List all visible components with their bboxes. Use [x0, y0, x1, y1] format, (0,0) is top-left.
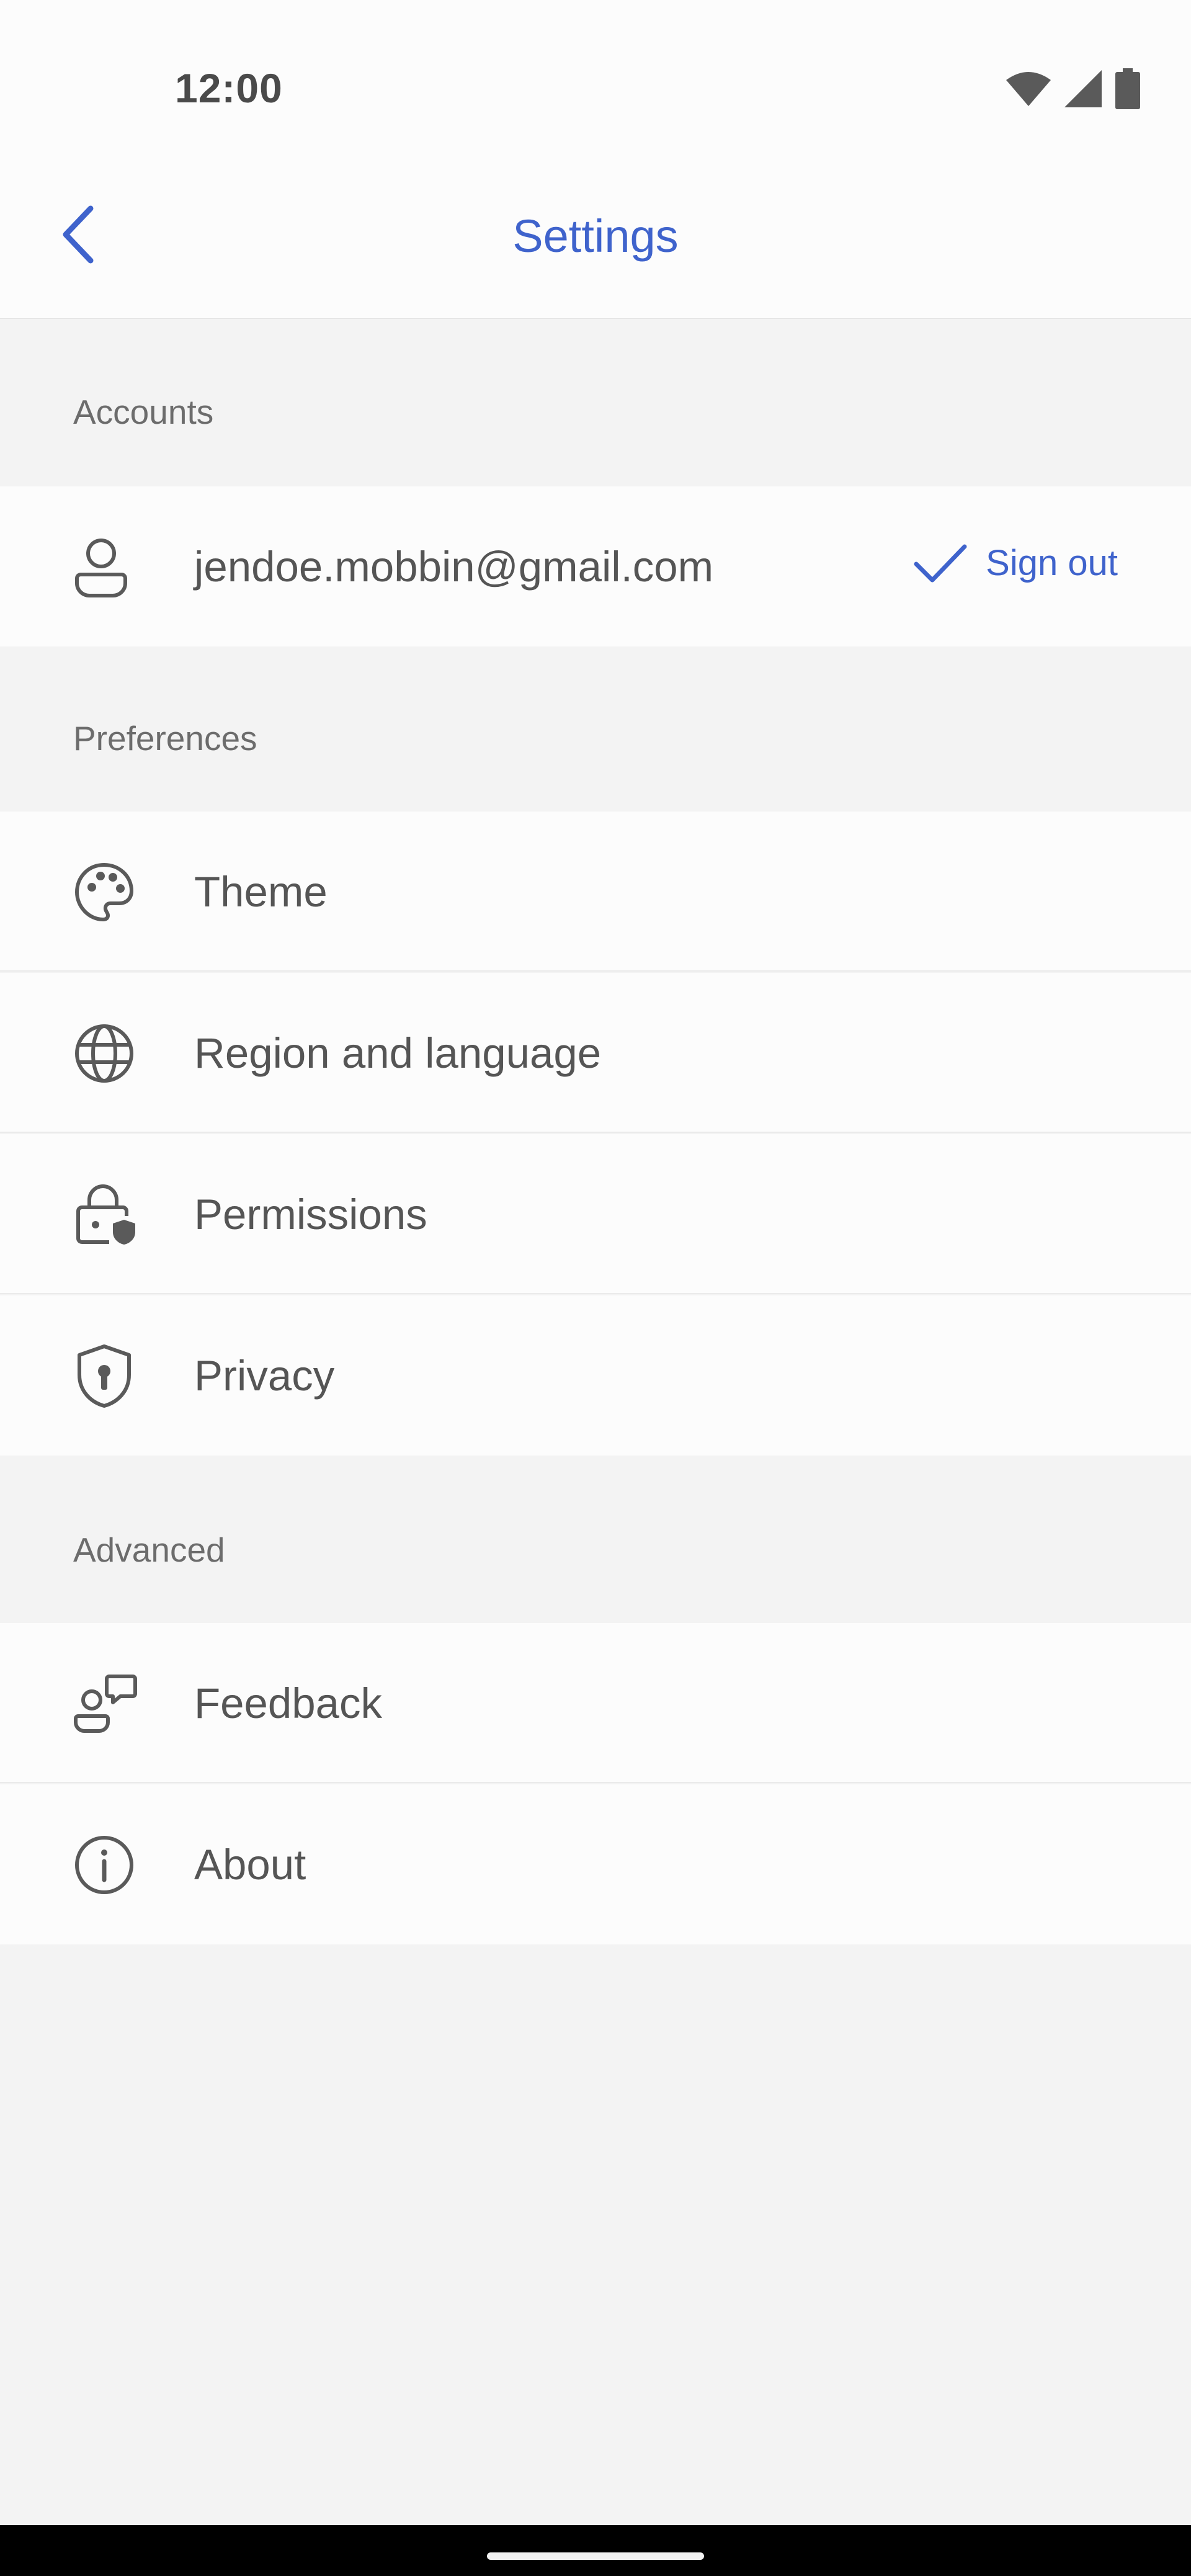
section-header-advanced: Advanced [0, 1456, 1191, 1623]
settings-item-feedback[interactable]: Feedback [0, 1623, 1191, 1783]
status-icons [1006, 68, 1140, 112]
wifi-icon [1006, 71, 1051, 109]
settings-item-label: Theme [194, 868, 328, 916]
page-title: Settings [512, 210, 679, 262]
sign-out-label: Sign out [986, 543, 1118, 583]
home-indicator[interactable] [487, 2552, 704, 2560]
globe-icon [73, 1022, 144, 1085]
app-bar: Settings [0, 168, 1191, 319]
settings-item-privacy[interactable]: Privacy [0, 1295, 1191, 1456]
settings-item-region-language[interactable]: Region and language [0, 973, 1191, 1133]
account-row: jendoe.mobbin@gmail.com Sign out [0, 486, 1191, 646]
section-title-preferences: Preferences [73, 719, 257, 758]
person-icon [73, 536, 144, 598]
signal-icon [1064, 69, 1102, 110]
settings-item-theme[interactable]: Theme [0, 812, 1191, 972]
settings-item-label: About [194, 1841, 306, 1889]
settings-screen: 12:00 Settings Accounts jendoe.mobbin@gm… [0, 0, 1191, 2576]
settings-item-label: Feedback [194, 1679, 383, 1727]
settings-item-label: Permissions [194, 1191, 427, 1238]
checkmark-icon [914, 543, 967, 584]
settings-item-about[interactable]: About [0, 1784, 1191, 1944]
account-email: jendoe.mobbin@gmail.com [194, 543, 714, 591]
person-feedback-icon [73, 1673, 144, 1735]
shield-keyhole-icon [73, 1344, 144, 1408]
system-nav-bar [0, 2525, 1191, 2576]
palette-icon [73, 861, 144, 923]
sign-out-button[interactable]: Sign out [914, 542, 1118, 584]
settings-item-label: Privacy [194, 1352, 335, 1400]
section-header-accounts: Accounts [0, 319, 1191, 486]
section-title-advanced: Advanced [73, 1531, 225, 1569]
lock-shield-icon [73, 1184, 144, 1246]
battery-icon [1115, 68, 1140, 112]
status-time: 12:00 [175, 65, 283, 111]
status-bar: 12:00 [0, 0, 1191, 168]
info-icon [73, 1834, 144, 1896]
section-header-preferences: Preferences [0, 646, 1191, 812]
section-title-accounts: Accounts [73, 393, 214, 431]
settings-item-label: Region and language [194, 1029, 602, 1077]
settings-item-permissions[interactable]: Permissions [0, 1134, 1191, 1294]
